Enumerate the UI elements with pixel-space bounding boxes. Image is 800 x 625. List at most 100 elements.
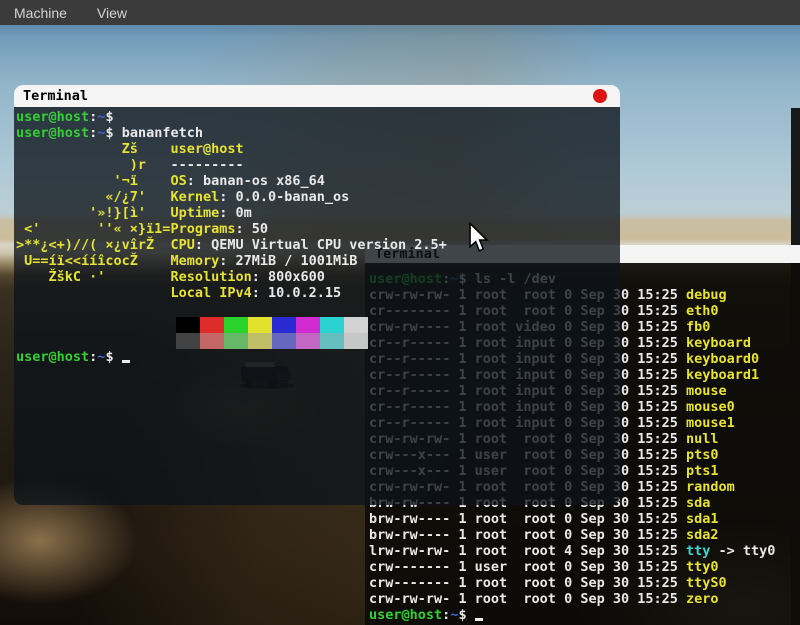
- menu-item-machine[interactable]: Machine: [14, 5, 67, 21]
- fetch-value: 10.0.2.15: [268, 285, 341, 301]
- ls-symlink-target: -> tty0: [710, 543, 775, 559]
- ls-device-name: keyboard1: [686, 367, 759, 383]
- fetch-label: Programs: [170, 221, 235, 237]
- palette-swatch: [296, 333, 320, 349]
- palette-swatch: [344, 317, 368, 333]
- fetch-value: 0.0.0-banan_os: [235, 189, 349, 205]
- palette-swatch: [320, 333, 344, 349]
- palette-swatch: [200, 317, 224, 333]
- ls-row: lrw-rw-rw- 1 root root 4 Sep 30 15:25 tt…: [369, 543, 800, 559]
- terminal1-title-bar[interactable]: Terminal: [14, 85, 620, 107]
- fetch-line: '¬ï OS: banan-os x86_64: [16, 173, 620, 189]
- ls-device-name: null: [686, 431, 719, 447]
- fetch-colon: :: [252, 269, 268, 285]
- menu-item-view[interactable]: View: [97, 5, 127, 21]
- color-palette-row: [16, 317, 620, 333]
- ls-row: brw-rw---- 1 root root 0 Sep 30 15:25 sd…: [369, 527, 800, 543]
- fetch-ascii-art: ŽškC ·': [16, 269, 170, 285]
- prompt-user-host: user@host: [16, 349, 89, 365]
- fetch-ascii-art: >**¿<+)//( ×¿vîrŽ: [16, 237, 170, 253]
- fetch-line: <' ''« ×}ï1=Programs: 50: [16, 221, 620, 237]
- ls-device-name: pts1: [686, 463, 719, 479]
- ls-device-name: random: [686, 479, 735, 495]
- fetch-line: )r ---------: [16, 157, 620, 173]
- fetch-line: >**¿<+)//( ×¿vîrŽ CPU: QEMU Virtual CPU …: [16, 237, 620, 253]
- ls-row-details: brw-rw---- 1 root root 0 Sep 30 15:25: [369, 511, 686, 527]
- terminal1-content[interactable]: user@host:~$ user@host:~$ bananfetch Zš …: [14, 107, 620, 505]
- ls-row: crw------- 1 root root 0 Sep 30 15:25 tt…: [369, 575, 800, 591]
- ls-row-details: crw-rw-rw- 1 root root 0 Sep 30 15:25: [369, 591, 686, 607]
- fetch-label: CPU: [170, 237, 194, 253]
- ls-row-details: lrw-rw-rw- 1 root root 4 Sep 30 15:25: [369, 543, 686, 559]
- ls-device-name: keyboard: [686, 335, 751, 351]
- ls-device-name: mouse0: [686, 399, 735, 415]
- ls-device-name: eth0: [686, 303, 719, 319]
- prompt-dollar: $: [105, 125, 121, 141]
- fetch-colon: :: [219, 189, 235, 205]
- palette-swatch: [272, 317, 296, 333]
- palette-swatch: [176, 333, 200, 349]
- ls-device-name: zero: [686, 591, 719, 607]
- fetch-line: Local IPv4: 10.0.2.15: [16, 285, 620, 301]
- ls-device-name: debug: [686, 287, 727, 303]
- fetch-colon: :: [219, 253, 235, 269]
- fetch-ascii-art: <' ''« ×}ï1=: [16, 221, 170, 237]
- fetch-value: 0m: [235, 205, 251, 221]
- ls-device-name: mouse1: [686, 415, 735, 431]
- terminal1-title: Terminal: [23, 88, 88, 104]
- ls-row-details: brw-rw---- 1 root root 0 Sep 30 15:25: [369, 527, 686, 543]
- fetch-line: «/¿7' Kernel: 0.0.0-banan_os: [16, 189, 620, 205]
- palette-swatch: [344, 333, 368, 349]
- fetch-label: Memory: [170, 253, 219, 269]
- fetch-value: ---------: [170, 157, 243, 173]
- palette-swatch: [224, 317, 248, 333]
- fetch-ascii-art: «/¿7': [16, 189, 170, 205]
- fetch-value: 50: [252, 221, 268, 237]
- fetch-colon: :: [187, 173, 203, 189]
- ls-device-name: sda: [686, 495, 710, 511]
- terminal1-command-line: user@host:~$ bananfetch: [16, 125, 620, 141]
- palette-swatch: [200, 333, 224, 349]
- fetch-ascii-art: '¬ï: [16, 173, 170, 189]
- fetch-ascii-art: [16, 285, 170, 301]
- fetch-value: banan-os x86_64: [203, 173, 325, 189]
- close-button[interactable]: [593, 89, 607, 103]
- blank-line: [16, 301, 620, 317]
- prompt-user-host: user@host: [16, 109, 89, 125]
- ls-device-name: keyboard0: [686, 351, 759, 367]
- ls-device-name: sda2: [686, 527, 719, 543]
- prompt-user-host: user@host: [369, 607, 442, 623]
- fetch-ascii-art: '»!}[ì': [16, 205, 170, 221]
- fetch-line: Zš user@host: [16, 141, 620, 157]
- palette-swatch: [272, 333, 296, 349]
- fetch-ascii-art: U==íï<<ííîcocŽ: [16, 253, 170, 269]
- palette-swatch: [296, 317, 320, 333]
- ls-device-name: pts0: [686, 447, 719, 463]
- ls-device-name: mouse: [686, 383, 727, 399]
- fetch-value: user@host: [170, 141, 243, 157]
- ls-device-name: fb0: [686, 319, 710, 335]
- fetch-colon: :: [235, 221, 251, 237]
- fetch-line: U==íï<<ííîcocŽ Memory: 27MiB / 1001MiB: [16, 253, 620, 269]
- terminal1-prompt-line: user@host:~$: [16, 109, 620, 125]
- fetch-label: Uptime: [170, 205, 219, 221]
- fetch-line: ŽškC ·' Resolution: 800x600: [16, 269, 620, 285]
- palette-swatch: [224, 333, 248, 349]
- ls-row-details: crw------- 1 root root 0 Sep 30 15:25: [369, 575, 686, 591]
- fetch-value: QEMU Virtual CPU version 2.5+: [211, 237, 447, 253]
- terminal-window-bananfetch[interactable]: Terminal user@host:~$ user@host:~$ banan…: [14, 85, 620, 505]
- color-palette-row: [16, 333, 620, 349]
- fetch-value: 800x600: [268, 269, 325, 285]
- palette-swatch: [248, 333, 272, 349]
- fetch-line: '»!}[ì' Uptime: 0m: [16, 205, 620, 221]
- prompt-dollar: $: [458, 607, 474, 623]
- ls-row: crw-rw-rw- 1 root root 0 Sep 30 15:25 ze…: [369, 591, 800, 607]
- mouse-cursor-icon: [468, 222, 489, 257]
- terminal1-command: bananfetch: [122, 125, 203, 141]
- ls-device-name: sda1: [686, 511, 719, 527]
- ls-device-name: tty: [686, 543, 710, 559]
- text-cursor: [475, 609, 483, 621]
- fetch-colon: :: [219, 205, 235, 221]
- fetch-label: Kernel: [170, 189, 219, 205]
- fetch-ascii-art: )r: [16, 157, 170, 173]
